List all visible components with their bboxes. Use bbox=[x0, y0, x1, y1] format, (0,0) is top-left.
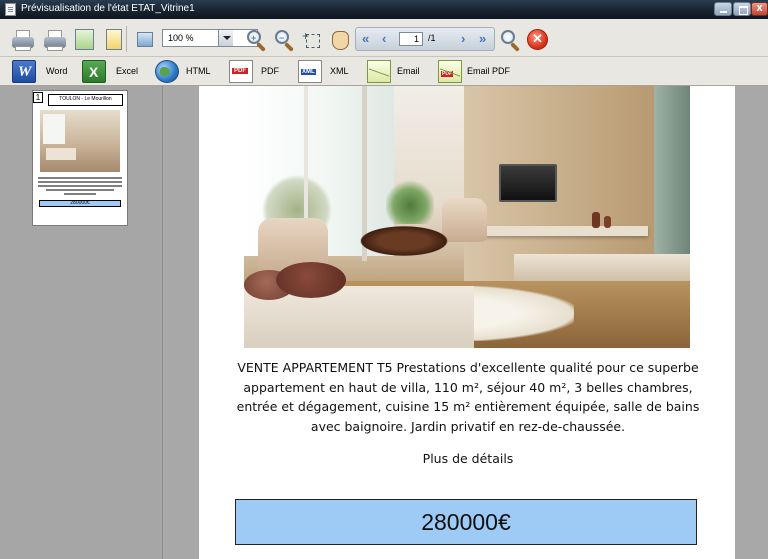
zoom-in-button[interactable]: + bbox=[244, 27, 270, 53]
single-page-icon bbox=[137, 32, 153, 47]
thumbnail-price-box: 280000€ bbox=[39, 200, 121, 207]
thumbnail-text-line bbox=[38, 185, 122, 187]
thumbnail-page-number: 1 bbox=[33, 92, 43, 103]
email-pdf-icon: PDF bbox=[438, 60, 462, 83]
last-page-button[interactable]: » bbox=[479, 31, 486, 46]
page-margin-right bbox=[735, 86, 768, 559]
globe-icon bbox=[155, 60, 179, 83]
page-number-value: 1 bbox=[413, 34, 419, 44]
first-page-button[interactable]: « bbox=[362, 31, 369, 46]
chevron-down-icon[interactable] bbox=[218, 30, 233, 46]
property-photo bbox=[244, 86, 690, 348]
zoom-out-button[interactable]: − bbox=[272, 27, 298, 53]
title-bar: Prévisualisation de l'état ETAT_Vitrine1… bbox=[0, 0, 768, 19]
export-xml-label: XML bbox=[330, 66, 349, 76]
thumbnail-title: TOULON - Le Mourillon bbox=[59, 96, 112, 102]
print-button[interactable] bbox=[10, 27, 36, 53]
listing-price: 280000€ bbox=[421, 509, 511, 535]
properties-button[interactable] bbox=[102, 27, 128, 53]
xml-icon: XML bbox=[298, 60, 322, 83]
export-html-button[interactable]: HTML bbox=[155, 60, 215, 83]
page-number-input[interactable]: 1 bbox=[399, 32, 423, 46]
document-icon bbox=[5, 3, 16, 16]
hand-tool-button[interactable] bbox=[328, 27, 354, 53]
excel-icon: X bbox=[82, 60, 106, 83]
export-pdf-label: PDF bbox=[261, 66, 279, 76]
close-icon: x bbox=[756, 2, 763, 14]
thumbnail-photo bbox=[40, 110, 120, 172]
listing-description: VENTE APPARTEMENT T5 Prestations d'excel… bbox=[236, 360, 700, 434]
print-page-button[interactable] bbox=[72, 27, 98, 53]
send-email-pdf-label: Email PDF bbox=[467, 66, 511, 76]
maximize-button[interactable] bbox=[733, 2, 751, 16]
more-details-link[interactable]: Plus de détails bbox=[236, 451, 700, 466]
export-excel-label: Excel bbox=[116, 66, 139, 76]
price-box: 280000€ bbox=[235, 499, 697, 545]
thumbnail-text-line bbox=[38, 177, 122, 179]
export-html-label: HTML bbox=[186, 66, 211, 76]
thumbnail-text-line bbox=[64, 193, 96, 195]
word-icon: W bbox=[12, 60, 36, 83]
page-margin-left bbox=[165, 86, 199, 559]
previous-page-button[interactable]: ‹ bbox=[382, 31, 386, 46]
send-email-pdf-button[interactable]: PDF Email PDF bbox=[438, 60, 518, 83]
close-window-button[interactable]: x bbox=[751, 2, 768, 16]
export-excel-button[interactable]: X Excel bbox=[82, 60, 142, 83]
page-setup-icon bbox=[75, 29, 94, 50]
thumbnail-text-line bbox=[46, 189, 114, 191]
next-page-button[interactable]: › bbox=[461, 31, 465, 46]
export-pdf-button[interactable]: PDF PDF bbox=[229, 60, 289, 83]
thumbnail-price: 280000€ bbox=[70, 200, 90, 206]
send-email-label: Email bbox=[397, 66, 420, 76]
minimize-button[interactable] bbox=[714, 2, 732, 16]
hand-icon bbox=[332, 31, 349, 50]
search-button[interactable] bbox=[498, 27, 524, 53]
pdf-icon: PDF bbox=[229, 60, 253, 83]
select-zoom-button[interactable]: + bbox=[300, 27, 326, 53]
print-dialog-button[interactable] bbox=[42, 27, 68, 53]
page-total: /1 bbox=[428, 33, 436, 43]
thumbnail-text-line bbox=[38, 181, 122, 183]
zoom-value: 100 % bbox=[168, 33, 194, 43]
export-xml-button[interactable]: XML XML bbox=[298, 60, 358, 83]
thumbnail-title-box: TOULON - Le Mourillon bbox=[48, 94, 123, 106]
properties-icon bbox=[106, 29, 122, 50]
toolbar-separator bbox=[126, 26, 127, 52]
single-page-view-button[interactable] bbox=[132, 27, 158, 53]
send-email-button[interactable]: Email bbox=[367, 60, 432, 83]
close-preview-button[interactable]: ✕ bbox=[527, 29, 548, 50]
export-word-label: Word bbox=[46, 66, 68, 76]
page-navigator bbox=[355, 27, 495, 51]
close-icon: ✕ bbox=[532, 31, 543, 46]
export-word-button[interactable]: W Word bbox=[12, 60, 72, 83]
preview-window: Prévisualisation de l'état ETAT_Vitrine1… bbox=[0, 0, 768, 559]
email-icon bbox=[367, 60, 391, 83]
window-title: Prévisualisation de l'état ETAT_Vitrine1 bbox=[21, 3, 195, 14]
